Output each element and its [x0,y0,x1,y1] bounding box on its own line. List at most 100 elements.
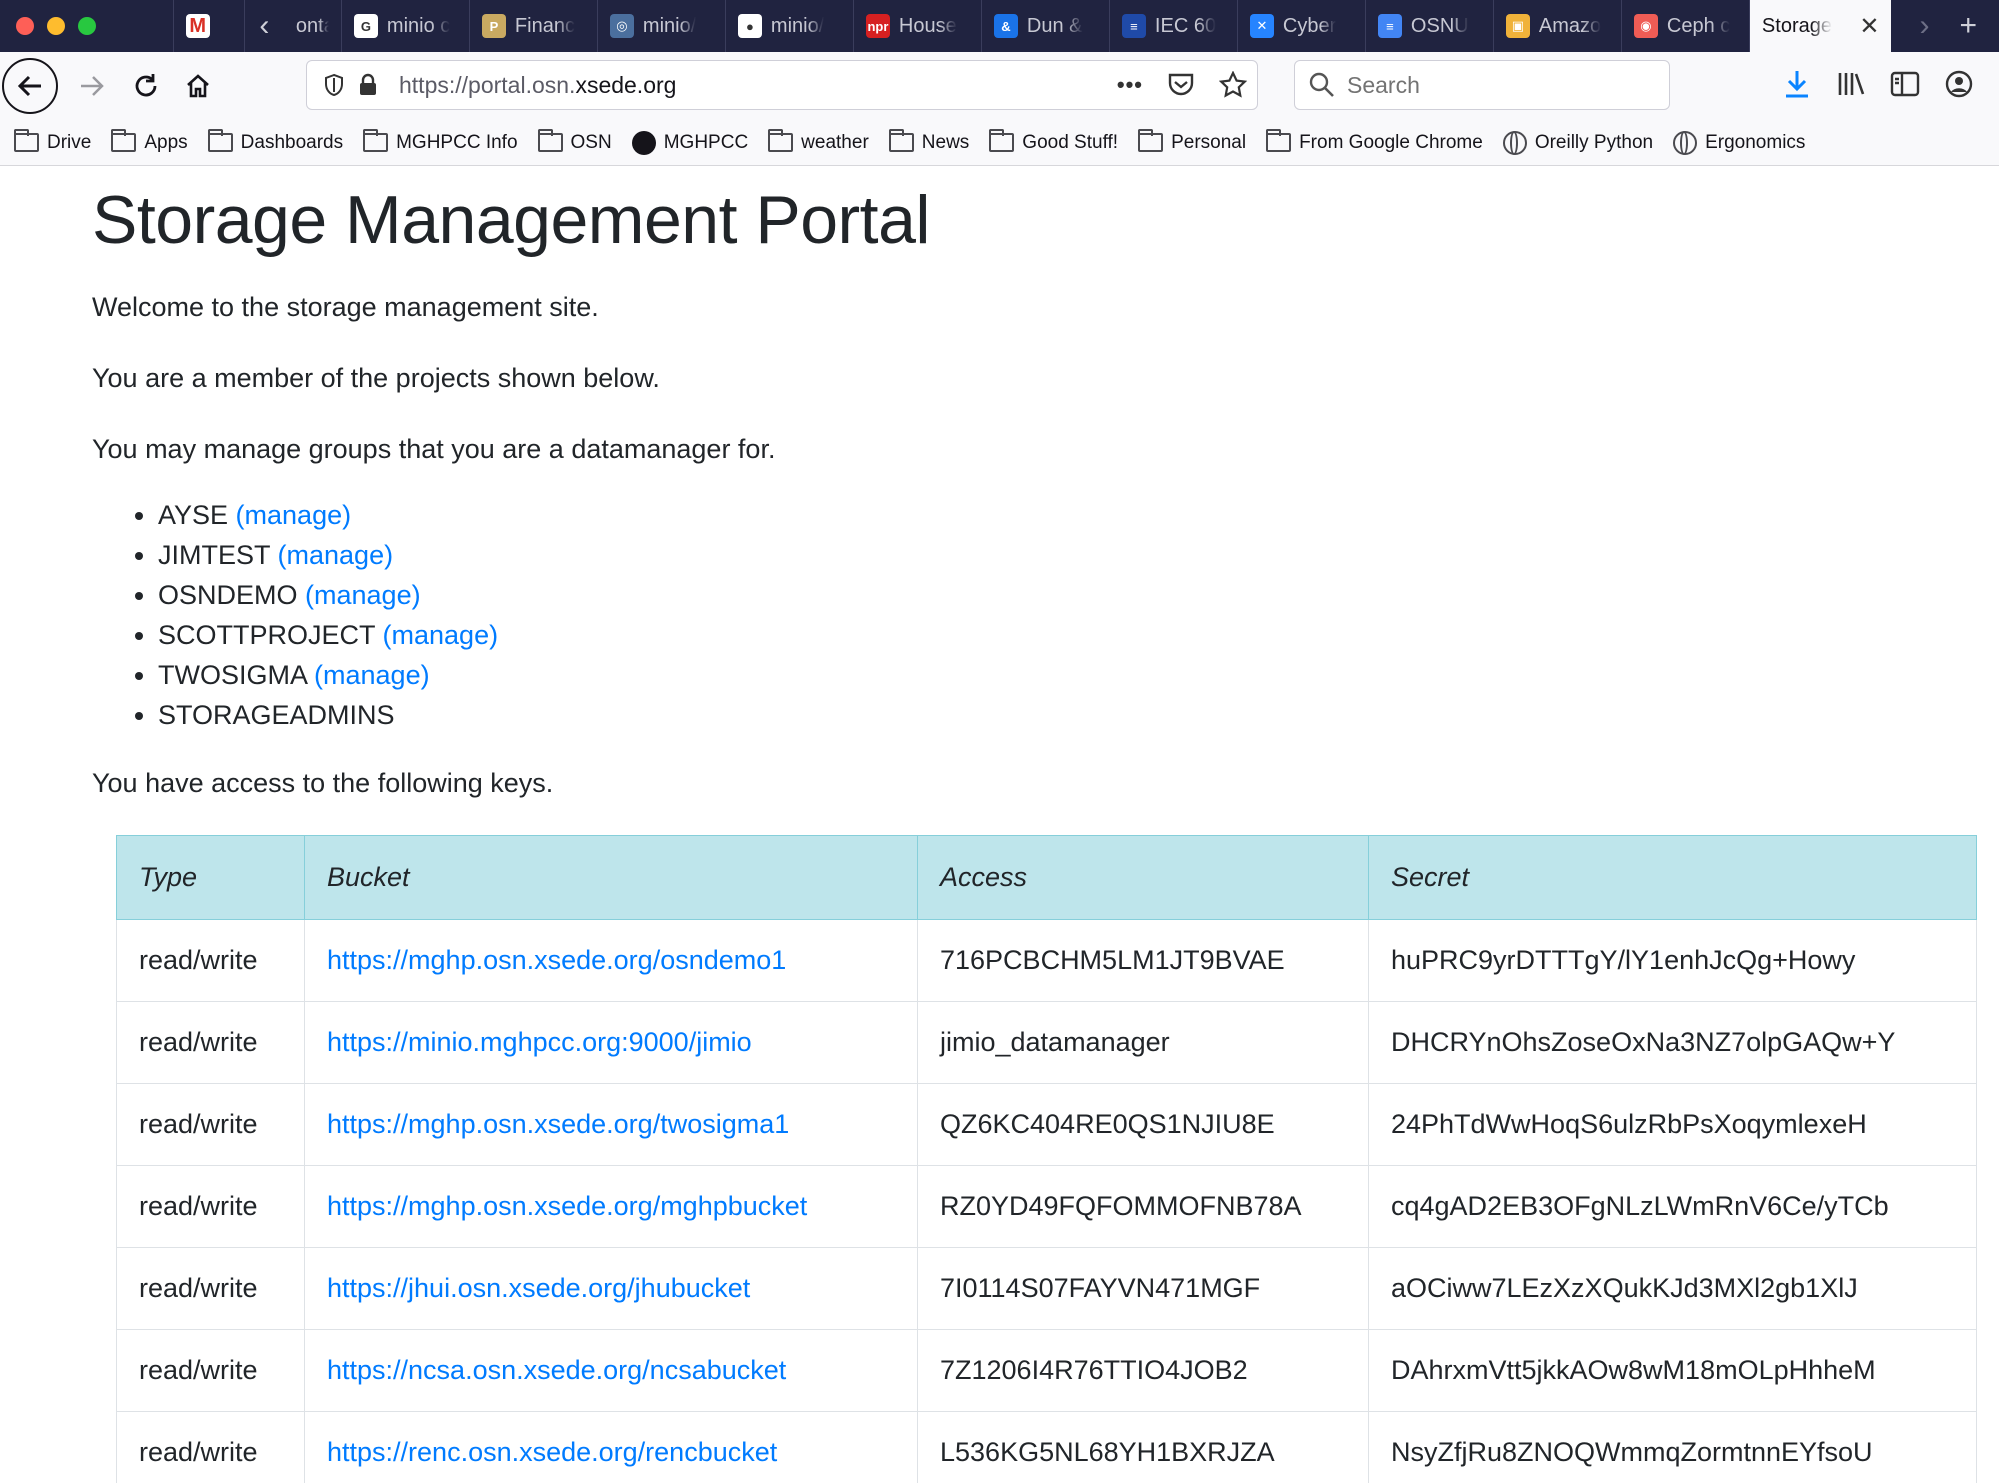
ceph-icon: ◉ [1633,14,1658,38]
group-name: STORAGEADMINS [158,700,395,730]
tab-amazon[interactable]: ▣ Amazo [1494,0,1622,52]
tab-npr[interactable]: npr House [854,0,982,52]
tracking-protection-shield-icon[interactable] [317,73,351,97]
header-bucket: Bucket [304,835,918,920]
url-text[interactable]: https://portal.osn.xsede.org [399,72,1117,99]
bookmark-ergonomics[interactable]: Ergonomics [1673,130,1805,155]
tab-back-tab[interactable]: ‹ontai [284,0,342,52]
tab-label: IEC 60 [1154,14,1217,37]
bookmark-star-icon[interactable] [1219,71,1247,99]
bookmark-label: Personal [1171,131,1247,153]
bookmark-label: weather [801,131,869,153]
new-tab-button[interactable]: + [1959,9,1977,43]
tab-strip: M ‹ ‹ontaiGminio cPFinanc◎minio/●minio/n… [0,0,1999,52]
bucket-link[interactable]: https://renc.osn.xsede.org/rencbucket [327,1437,777,1467]
bucket-link[interactable]: https://minio.mghpcc.org:9000/jimio [327,1027,752,1057]
manage-group-link[interactable]: (manage) [236,500,352,530]
home-icon [187,74,209,98]
tab-iec[interactable]: ≡ IEC 60 [1110,0,1238,52]
forward-button[interactable] [68,62,116,110]
npr-icon: npr [865,14,890,38]
keys-table: Type Bucket Access Secret read/write http… [116,835,1977,1483]
tab-docs[interactable]: ≡ OSNU [1366,0,1494,52]
manage-group-link[interactable]: (manage) [305,580,421,610]
keys-table-body: read/write https://mghp.osn.xsede.org/osn… [116,919,1977,1483]
table-row: read/write https://minio.mghpcc.org:9000/… [116,1001,1977,1084]
bucket-link[interactable]: https://ncsa.osn.xsede.org/ncsabucket [327,1355,786,1385]
bookmark-drive[interactable]: Drive [14,129,92,154]
bookmark-mghpcc[interactable]: MGHPCC [631,130,748,155]
bucket-cell: https://jhui.osn.xsede.org/jhubucket [304,1247,918,1330]
bucket-cell: https://renc.osn.xsede.org/rencbucket [304,1411,918,1483]
pocket-icon[interactable] [1167,72,1195,98]
tab-google[interactable]: Gminio c [342,0,470,52]
globe-icon: ◎ [609,14,634,38]
dnb-icon: & [993,14,1018,38]
bucket-cell: https://minio.mghpcc.org:9000/jimio [304,1001,918,1084]
sidebar-button[interactable] [1885,64,1925,104]
tab-purdue[interactable]: P Financ [470,0,598,52]
bookmark-personal[interactable]: Personal [1138,129,1247,154]
tab-confluence[interactable]: ✕ Cyber [1238,0,1366,52]
tab-scroll-right-button[interactable]: › [1919,9,1929,43]
bucket-link[interactable]: https://mghp.osn.xsede.org/twosigma1 [327,1109,789,1139]
header-access: Access [917,835,1369,920]
secret-key: aOCiww7LEzXzXQukKJd3MXl2gb1XlJ [1368,1247,1977,1330]
bookmark-apps[interactable]: Apps [111,129,188,154]
page-actions-icon[interactable]: ••• [1117,72,1143,98]
lock-icon[interactable] [351,73,385,97]
bookmark-weather[interactable]: weather [768,129,869,154]
tab-ceph[interactable]: ◉ Ceph c [1622,0,1750,52]
bucket-link[interactable]: https://mghp.osn.xsede.org/osndemo1 [327,945,786,975]
folder-icon [1266,129,1292,152]
window-controls [0,0,173,52]
bucket-link[interactable]: https://mghp.osn.xsede.org/mghpbucket [327,1191,807,1221]
back-button[interactable] [2,58,58,114]
bookmark-news[interactable]: News [888,129,969,154]
library-button[interactable] [1831,64,1871,104]
bookmark-from-google-chrome[interactable]: From Google Chrome [1266,129,1483,154]
downloads-button[interactable] [1777,64,1817,104]
tab-gmail[interactable]: M [172,0,245,52]
purdue-icon: P [481,14,506,38]
table-row: read/write https://renc.osn.xsede.org/ren… [116,1411,1977,1483]
tab-globe[interactable]: ◎ minio/ [598,0,726,52]
tab-dnb[interactable]: & Dun & [982,0,1110,52]
reload-button[interactable] [122,62,170,110]
zoom-window-button[interactable] [78,17,96,35]
bookmark-osn[interactable]: OSN [537,129,612,154]
close-window-button[interactable] [16,17,34,35]
minimize-window-button[interactable] [47,17,65,35]
tab-list: ‹ontaiGminio cPFinanc◎minio/●minio/nprHo… [284,0,1750,52]
bookmark-dashboards[interactable]: Dashboards [207,129,343,154]
arrow-right-icon [81,76,104,96]
account-button[interactable] [1939,64,1979,104]
group-name: JIMTEST [158,540,271,570]
home-button[interactable] [174,62,222,110]
bookmark-mghpcc-info[interactable]: MGHPCC Info [363,129,518,154]
tab-label: minio c [386,14,451,37]
bucket-link[interactable]: https://jhui.osn.xsede.org/jhubucket [327,1273,750,1303]
secret-key: NsyZfjRu8ZNOQWmmqZormtnnEYfsoU [1368,1411,1977,1483]
sidebar-icon [1890,71,1920,97]
tab-github[interactable]: ● minio/ [726,0,854,52]
bookmarks-toolbar: Drive Apps Dashboards MGHPCC Info OSN MGHPCC w… [0,120,1999,166]
reload-icon [135,74,157,97]
tab-storage-active[interactable]: Storage ✕ [1749,0,1892,52]
gmail-icon: M [185,14,210,38]
bookmark-oreilly-python[interactable]: Oreilly Python [1502,130,1653,155]
manage-group-link[interactable]: (manage) [383,620,499,650]
bookmark-label: Drive [47,131,92,153]
folder-icon [989,129,1015,152]
search-bar[interactable] [1294,60,1670,110]
manage-group-link[interactable]: (manage) [314,660,430,690]
key-type: read/write [116,1411,305,1483]
iec-icon: ≡ [1121,14,1146,38]
tab-scroll-left-button[interactable]: ‹ [245,0,284,52]
bucket-cell: https://mghp.osn.xsede.org/mghpbucket [304,1165,918,1248]
close-tab-icon[interactable]: ✕ [1859,12,1879,41]
url-bar[interactable]: https://portal.osn.xsede.org ••• [306,60,1258,110]
manage-group-link[interactable]: (manage) [278,540,394,570]
search-input[interactable] [1347,71,1647,99]
bookmark-good-stuff[interactable]: Good Stuff! [989,129,1118,154]
